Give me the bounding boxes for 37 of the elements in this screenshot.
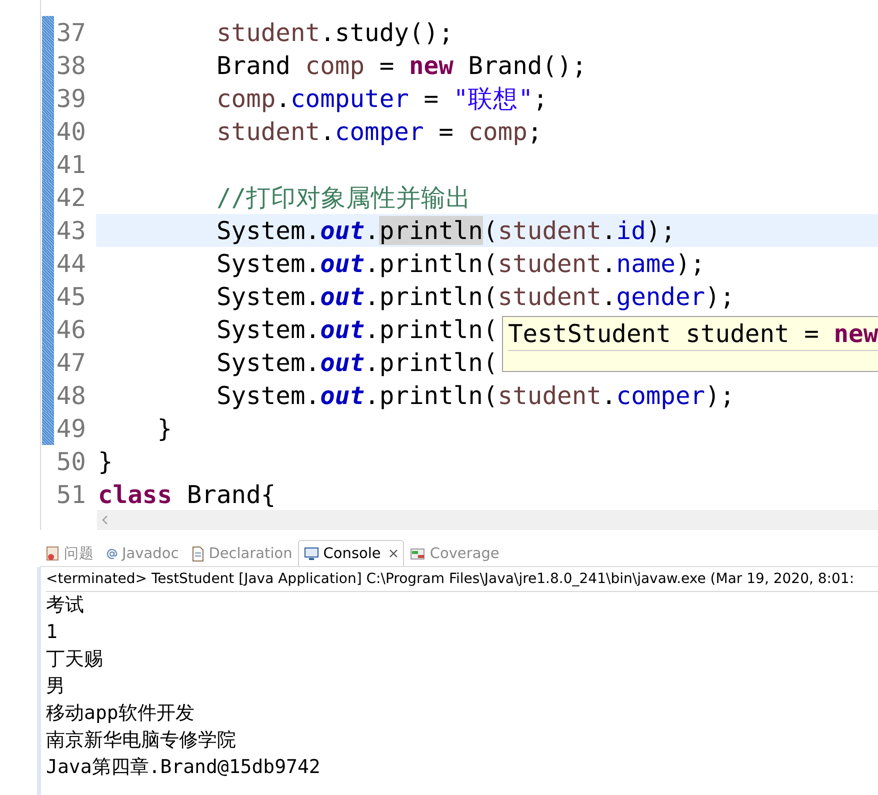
close-icon[interactable] — [388, 549, 398, 558]
line-number: 47 — [55, 347, 87, 379]
line-number: 44 — [55, 248, 87, 280]
line-number: 38 — [55, 50, 87, 82]
monitor-icon — [304, 546, 320, 560]
console-output-line: 丁天赐 — [46, 647, 104, 672]
document-icon — [190, 546, 205, 562]
line-number: 49 — [55, 413, 87, 445]
view-tab[interactable]: 问题 — [40, 540, 100, 566]
console-output-line: Java第四章.Brand@15db9742 — [46, 755, 322, 780]
at-sign-icon — [106, 548, 118, 560]
console-output-line: 男 — [46, 674, 66, 699]
bar-chart-icon — [410, 546, 426, 560]
horizontal-scrollbar[interactable] — [97, 510, 878, 530]
view-tab[interactable]: Declaration — [184, 540, 298, 566]
problems-icon — [46, 546, 60, 562]
console-output-line: 南京新华电脑专修学院 — [46, 728, 237, 753]
line-number: 39 — [55, 83, 87, 115]
scroll-left-icon[interactable] — [101, 515, 109, 525]
view-tab[interactable]: Coverage — [404, 540, 506, 566]
console-status: <terminated> TestStudent [Java Application] C:\Program Files\Java\jre1.8.0_241\bin\javaw.exe (Mar 19, 2020, 8:01: — [46, 567, 878, 592]
view-tab[interactable]: Console — [298, 540, 404, 566]
line-number: 46 — [55, 314, 87, 346]
line-number: 40 — [55, 116, 87, 148]
view-tab[interactable]: Javadoc — [100, 540, 185, 566]
line-number: 37 — [55, 17, 87, 49]
line-number: 48 — [55, 380, 87, 412]
line-number: 51 — [55, 479, 87, 510]
line-number: 42 — [55, 182, 87, 214]
line-number: 45 — [55, 281, 87, 313]
console-output-line: 移动app软件开发 — [46, 701, 196, 726]
line-number: 50 — [55, 446, 87, 478]
console-output-line: 1 — [46, 620, 58, 645]
line-number: 43 — [55, 215, 87, 247]
line-number: 41 — [55, 149, 87, 181]
console-output-line: 考试 — [46, 593, 85, 618]
hover-tooltip: TestStudent student = new — [502, 316, 878, 372]
